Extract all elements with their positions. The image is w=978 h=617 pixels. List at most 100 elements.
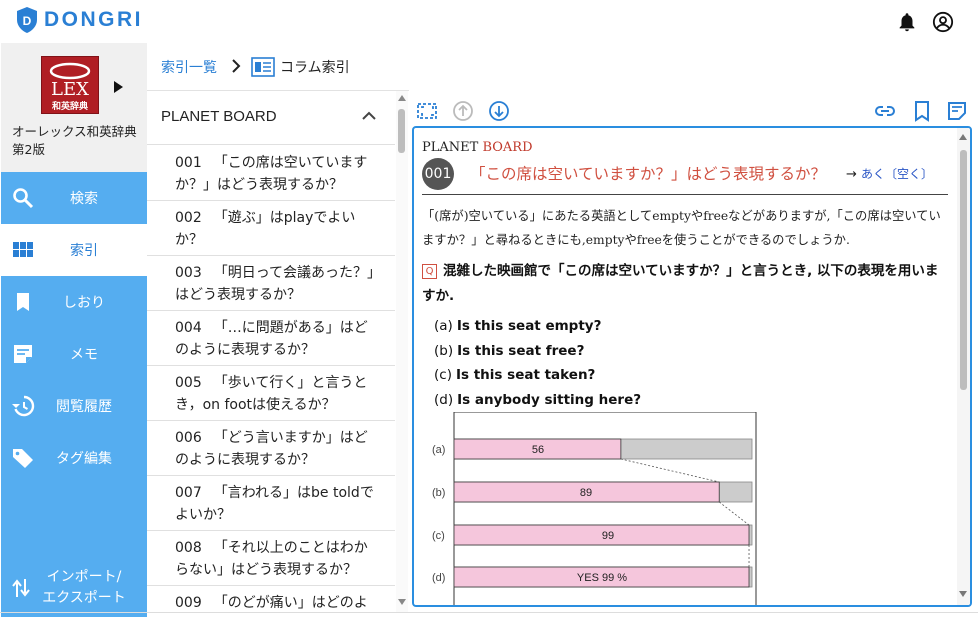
scroll-up-icon[interactable] <box>398 95 406 101</box>
section-label-planet: PLANET <box>422 140 483 155</box>
fullscreen-icon[interactable] <box>416 100 438 122</box>
nav-search[interactable]: 検索 <box>1 172 147 224</box>
category-label: (a) <box>432 444 445 456</box>
scroll-thumb[interactable] <box>960 150 967 390</box>
nav-bookmark-label: しおり <box>63 295 105 311</box>
svg-text:和英辞典: 和英辞典 <box>51 100 88 112</box>
nav-search-label: 検索 <box>70 191 98 207</box>
nav-bookmark[interactable]: しおり <box>1 276 147 328</box>
list-item-number: 002 <box>175 210 202 226</box>
question-body: 混雑した映画館で「この席は空いていますか？」と言うとき, 以下の表現を用いますか… <box>422 263 939 304</box>
nav-tag-edit[interactable]: タグ編集 <box>1 432 147 484</box>
list-item-number: 008 <box>175 540 202 556</box>
nav-index[interactable]: 索引 <box>1 224 147 276</box>
answer-options: (a) Is this seat empty? (b) Is this seat f… <box>434 314 641 412</box>
category-label: (d) <box>432 572 445 584</box>
option-label: (c) <box>434 367 452 384</box>
book-title-line1: オーレックス和英辞典 <box>12 124 137 139</box>
content-scrollbar[interactable] <box>957 128 970 605</box>
breadcrumb-current: コラム索引 <box>280 60 350 76</box>
chevron-up-icon[interactable] <box>362 111 376 121</box>
book-title-line2: 第2版 <box>12 142 45 157</box>
bottom-border <box>0 612 978 613</box>
option-label: (d) <box>434 391 454 408</box>
intro-text: 「(席が)空いている」にあたる英語としてemptyやfreeなどがありますが,「… <box>422 209 941 247</box>
option-label: (b) <box>434 342 454 359</box>
list-item[interactable]: 005 「歩いて行く」と言うとき，on footは使えるか？ <box>147 366 395 421</box>
arrow-down-circle-icon[interactable] <box>488 100 510 122</box>
option-text: Is anybody sitting here? <box>457 391 642 408</box>
list-item-number: 003 <box>175 265 202 281</box>
book-title: オーレックス和英辞典 第2版 <box>12 123 142 159</box>
option-c: (c) Is this seat taken? <box>434 363 641 388</box>
brand-name: DONGRI <box>44 8 143 31</box>
nav-memo-label: メモ <box>70 347 98 363</box>
connector-line <box>620 458 720 483</box>
cross-reference-arrow: → <box>846 167 862 182</box>
option-text: Is this seat empty? <box>456 318 602 334</box>
nav-history[interactable]: 閲覧履歴 <box>1 380 147 432</box>
list-item[interactable]: 007 「言われる」はbe toldでよいか？ <box>147 476 395 531</box>
option-a: (a) Is this seat empty? <box>434 314 641 339</box>
book-selector[interactable]: LEX 和英辞典 オーレックス和英辞典 第2版 <box>1 43 147 172</box>
list-item-number: 005 <box>175 375 202 391</box>
chevron-right-icon <box>231 58 241 77</box>
nav-import-export[interactable]: インポート/ エクスポート <box>1 561 147 617</box>
list-item-number: 001 <box>175 155 202 171</box>
nav-memo[interactable]: メモ <box>1 328 147 380</box>
list-item[interactable]: 009 「のどが痛い」はどのように表現するか？ <box>147 586 395 612</box>
breadcrumb-index-list[interactable]: 索引一覧 <box>161 57 217 77</box>
list-item[interactable]: 004 「…に問題がある」はどのように表現するか？ <box>147 311 395 366</box>
list-item-text: 「言われる」はbe toldでよいか？ <box>175 485 374 523</box>
arrow-up-circle-icon[interactable] <box>452 100 474 122</box>
data-label: YES 99 % <box>577 572 627 584</box>
bookmark-icon <box>17 293 29 311</box>
list-group-header[interactable]: PLANET BOARD <box>147 91 395 145</box>
list-group-title: PLANET BOARD <box>161 108 277 125</box>
cross-reference: → あく〔空く〕 <box>846 165 933 182</box>
scroll-down-icon[interactable] <box>959 591 967 597</box>
shield-logo-icon: D <box>17 7 37 33</box>
import-label: インポート/ <box>46 569 122 585</box>
bookmark-outline-icon[interactable] <box>911 100 933 122</box>
list-item-text: 「明日って会議あった？」はどう表現するか？ <box>175 265 375 303</box>
dongri-logo[interactable]: D DONGRI <box>16 6 143 34</box>
book-expand-icon[interactable] <box>114 81 123 93</box>
list-item[interactable]: 001 「この席は空いていますか？」はどう表現するか？ <box>147 146 395 201</box>
cross-reference-link[interactable]: あく〔空く〕 <box>861 167 933 181</box>
svg-text:D: D <box>23 14 32 28</box>
memo-icon <box>14 345 32 363</box>
column-number-badge: 001 <box>422 158 454 190</box>
category-label: (c) <box>432 530 445 542</box>
column-title: 「この席は空いていますか？」はどう表現するか？ <box>470 165 827 183</box>
section-label: PLANET BOARD <box>422 140 533 155</box>
link-icon[interactable] <box>874 100 896 122</box>
tag-icon <box>13 449 33 468</box>
breadcrumb: 索引一覧 コラム索引 <box>161 52 350 82</box>
option-d: (d) Is anybody sitting here? <box>434 388 641 413</box>
list-item-text: 「それ以上のことはわからない」はどう表現するか？ <box>175 540 368 578</box>
nav-tag-edit-label: タグ編集 <box>56 451 112 467</box>
list-item-text: 「遊ぶ」はplayでよいか？ <box>175 210 356 248</box>
list-item-text: 「歩いて行く」と言うとき，on footは使えるか？ <box>175 375 368 413</box>
option-text: Is this seat taken? <box>455 367 596 384</box>
list-item[interactable]: 006 「どう言いますか」はどのように表現するか？ <box>147 421 395 476</box>
bell-icon[interactable] <box>896 11 918 33</box>
connector-line <box>718 501 750 526</box>
title-divider <box>422 194 948 195</box>
list-item[interactable]: 002 「遊ぶ」はplayでよいか？ <box>147 201 395 256</box>
column-index-icon <box>251 57 275 77</box>
list-scrollbar[interactable] <box>396 91 408 612</box>
question-mark-badge: Q <box>422 264 437 279</box>
scroll-thumb[interactable] <box>398 109 405 153</box>
list-item[interactable]: 008 「それ以上のことはわからない」はどう表現するか？ <box>147 531 395 586</box>
grid-icon <box>13 242 33 257</box>
list-item[interactable]: 003 「明日って会議あった？」はどう表現するか？ <box>147 256 395 311</box>
account-icon[interactable] <box>932 11 954 33</box>
scroll-down-icon[interactable] <box>398 599 406 605</box>
list-item-number: 009 <box>175 595 202 611</box>
memo-edit-icon[interactable] <box>946 100 968 122</box>
scroll-up-icon[interactable] <box>959 134 967 140</box>
list-item-text: 「のどが痛い」はどのように表現するか？ <box>213 595 368 611</box>
option-b: (b) Is this seat free? <box>434 339 641 364</box>
